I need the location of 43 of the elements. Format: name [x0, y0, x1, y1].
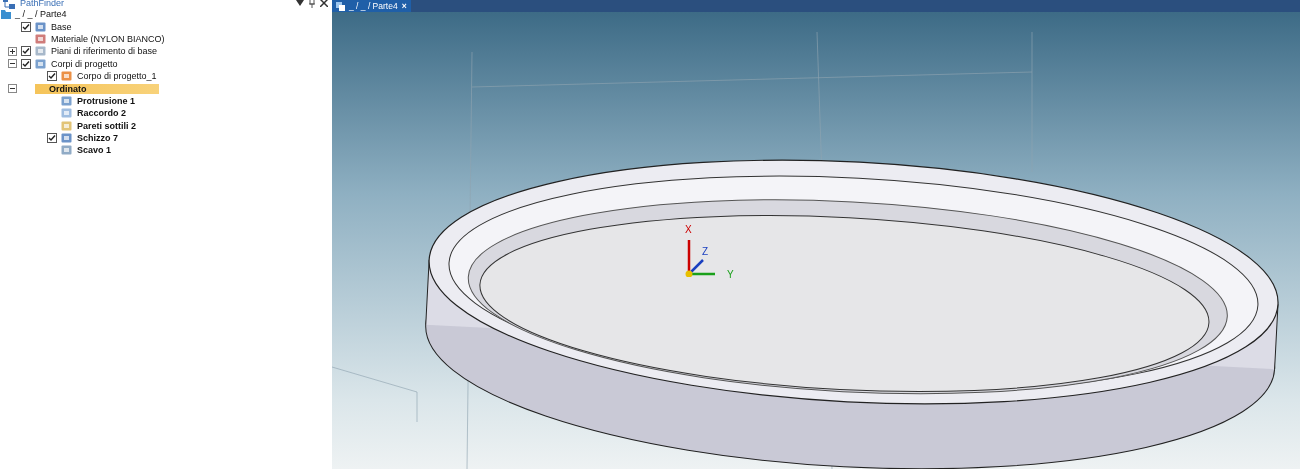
tree-item[interactable]: Scavo 1: [77, 145, 112, 156]
expander-icon[interactable]: [8, 84, 17, 94]
feature-icon: [61, 145, 72, 156]
dropdown-icon[interactable]: [296, 0, 304, 6]
folder-icon: [1, 9, 11, 19]
tree-item[interactable]: Corpo di progetto_1: [77, 71, 157, 82]
checkbox[interactable]: [21, 21, 31, 32]
tree-item[interactable]: Piani di riferimento di base: [51, 46, 158, 57]
feature-icon: [35, 58, 46, 69]
checkbox[interactable]: [47, 133, 57, 144]
axis-label: X: [685, 224, 692, 235]
feature-icon: [35, 33, 46, 44]
feature-icon: [61, 95, 72, 106]
feature-icon: [61, 120, 72, 131]
tree-icon: [3, 0, 15, 9]
pin-icon[interactable]: [309, 0, 315, 8]
feature-icon: [35, 21, 46, 32]
tree-item[interactable]: Raccordo 2: [77, 108, 127, 119]
feature-icon: [61, 133, 72, 144]
tree-item[interactable]: Schizzo 7: [77, 133, 118, 144]
axis-triad-icon: [685, 239, 716, 277]
checkbox[interactable]: [21, 46, 31, 57]
close-icon[interactable]: [320, 0, 328, 7]
axis-label: Y: [727, 269, 734, 280]
close-tab-icon[interactable]: ×: [401, 1, 407, 11]
checkbox[interactable]: [21, 58, 31, 69]
checkbox[interactable]: [47, 71, 57, 82]
feature-icon: [61, 108, 72, 119]
axis-label: Z: [702, 246, 709, 257]
tree-item[interactable]: Pareti sottili 2: [77, 120, 137, 131]
tree-item[interactable]: _ / _ / Parte4: [15, 9, 67, 20]
tree-item[interactable]: Materiale (NYLON BIANCO): [51, 33, 165, 44]
tree-item[interactable]: Corpi di progetto: [51, 58, 118, 69]
expander-icon[interactable]: [8, 46, 17, 56]
part-icon: [336, 1, 345, 11]
tree-item[interactable]: Base: [51, 21, 72, 32]
panel-title: PathFinder: [20, 0, 65, 8]
expander-icon[interactable]: [8, 59, 17, 69]
document-tab[interactable]: _ / _ / Parte4 ×: [332, 0, 411, 12]
tree-item[interactable]: Protrusione 1: [77, 95, 135, 106]
feature-icon: [61, 71, 72, 82]
feature-icon: [35, 46, 46, 57]
selected-item[interactable]: Ordinato: [35, 83, 159, 94]
